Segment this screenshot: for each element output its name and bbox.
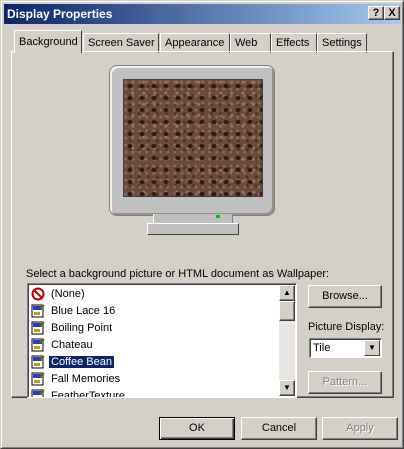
window-title: Display Properties bbox=[7, 7, 113, 21]
bitmap-icon bbox=[31, 372, 45, 386]
tab-web[interactable]: Web bbox=[230, 33, 271, 53]
monitor-stand bbox=[147, 223, 239, 235]
list-item[interactable]: Chateau bbox=[31, 337, 281, 354]
list-item[interactable]: Boiling Point bbox=[31, 320, 281, 337]
none-icon bbox=[31, 287, 45, 301]
list-item-selected[interactable]: Coffee Bean bbox=[31, 354, 281, 371]
list-item-label: FeatherTexture bbox=[51, 390, 125, 398]
ok-button-label: OK bbox=[189, 422, 205, 434]
bitmap-icon bbox=[31, 304, 45, 318]
tab-settings[interactable]: Settings bbox=[317, 33, 367, 53]
display-properties-window: Display Properties ? X Background Screen… bbox=[0, 0, 404, 449]
tab-effects[interactable]: Effects bbox=[271, 33, 317, 53]
list-item-label: Fall Memories bbox=[51, 373, 121, 385]
chevron-down-icon[interactable]: ▼ bbox=[364, 340, 380, 356]
tab-screen-saver[interactable]: Screen Saver bbox=[83, 33, 159, 53]
tab-appearance[interactable]: Appearance bbox=[160, 33, 230, 53]
bitmap-icon bbox=[31, 355, 45, 369]
list-item-label: Chateau bbox=[51, 339, 93, 351]
list-item-label: Blue Lace 16 bbox=[51, 305, 116, 317]
wallpaper-prompt-label: Select a background picture or HTML docu… bbox=[26, 268, 330, 280]
scroll-up-icon[interactable]: ▲ bbox=[279, 285, 295, 301]
bitmap-icon bbox=[31, 321, 45, 335]
bitmap-icon bbox=[31, 338, 45, 352]
monitor-preview bbox=[109, 65, 275, 216]
browse-button-label: Browse... bbox=[322, 290, 368, 302]
pattern-button[interactable]: Pattern... bbox=[308, 371, 382, 394]
wallpaper-list-scrollbar[interactable]: ▲ ▼ bbox=[279, 285, 295, 396]
browse-button[interactable]: Browse... bbox=[308, 285, 382, 308]
list-item[interactable]: FeatherTexture bbox=[31, 388, 281, 398]
apply-button-label: Apply bbox=[346, 422, 374, 434]
title-bar[interactable]: Display Properties ? X bbox=[4, 4, 401, 24]
ok-button[interactable]: OK bbox=[159, 417, 235, 440]
wallpaper-preview bbox=[123, 79, 263, 197]
power-led bbox=[216, 215, 220, 218]
tab-background[interactable]: Background bbox=[14, 30, 82, 53]
scroll-thumb[interactable] bbox=[279, 301, 295, 321]
bitmap-icon bbox=[31, 389, 45, 397]
list-item-label: Boiling Point bbox=[51, 322, 113, 334]
scroll-down-icon[interactable]: ▼ bbox=[279, 380, 295, 396]
picture-display-value: Tile bbox=[313, 342, 331, 354]
pattern-button-label: Pattern... bbox=[322, 376, 368, 388]
cancel-button[interactable]: Cancel bbox=[241, 417, 317, 440]
picture-display-select[interactable]: Tile ▼ bbox=[309, 338, 382, 358]
list-item[interactable]: Fall Memories bbox=[31, 371, 281, 388]
wallpaper-list[interactable]: (None) Blue Lace 16 Boiling Point Chatea… bbox=[27, 283, 297, 398]
list-item[interactable]: Blue Lace 16 bbox=[31, 303, 281, 320]
cancel-button-label: Cancel bbox=[261, 422, 297, 434]
apply-button[interactable]: Apply bbox=[322, 417, 398, 440]
list-item-label: Coffee Bean bbox=[48, 355, 115, 369]
list-item[interactable]: (None) bbox=[31, 286, 281, 303]
close-button[interactable]: X bbox=[384, 6, 400, 20]
help-button[interactable]: ? bbox=[368, 6, 384, 20]
picture-display-label: Picture Display: bbox=[308, 321, 385, 333]
list-item-label: (None) bbox=[51, 288, 85, 300]
